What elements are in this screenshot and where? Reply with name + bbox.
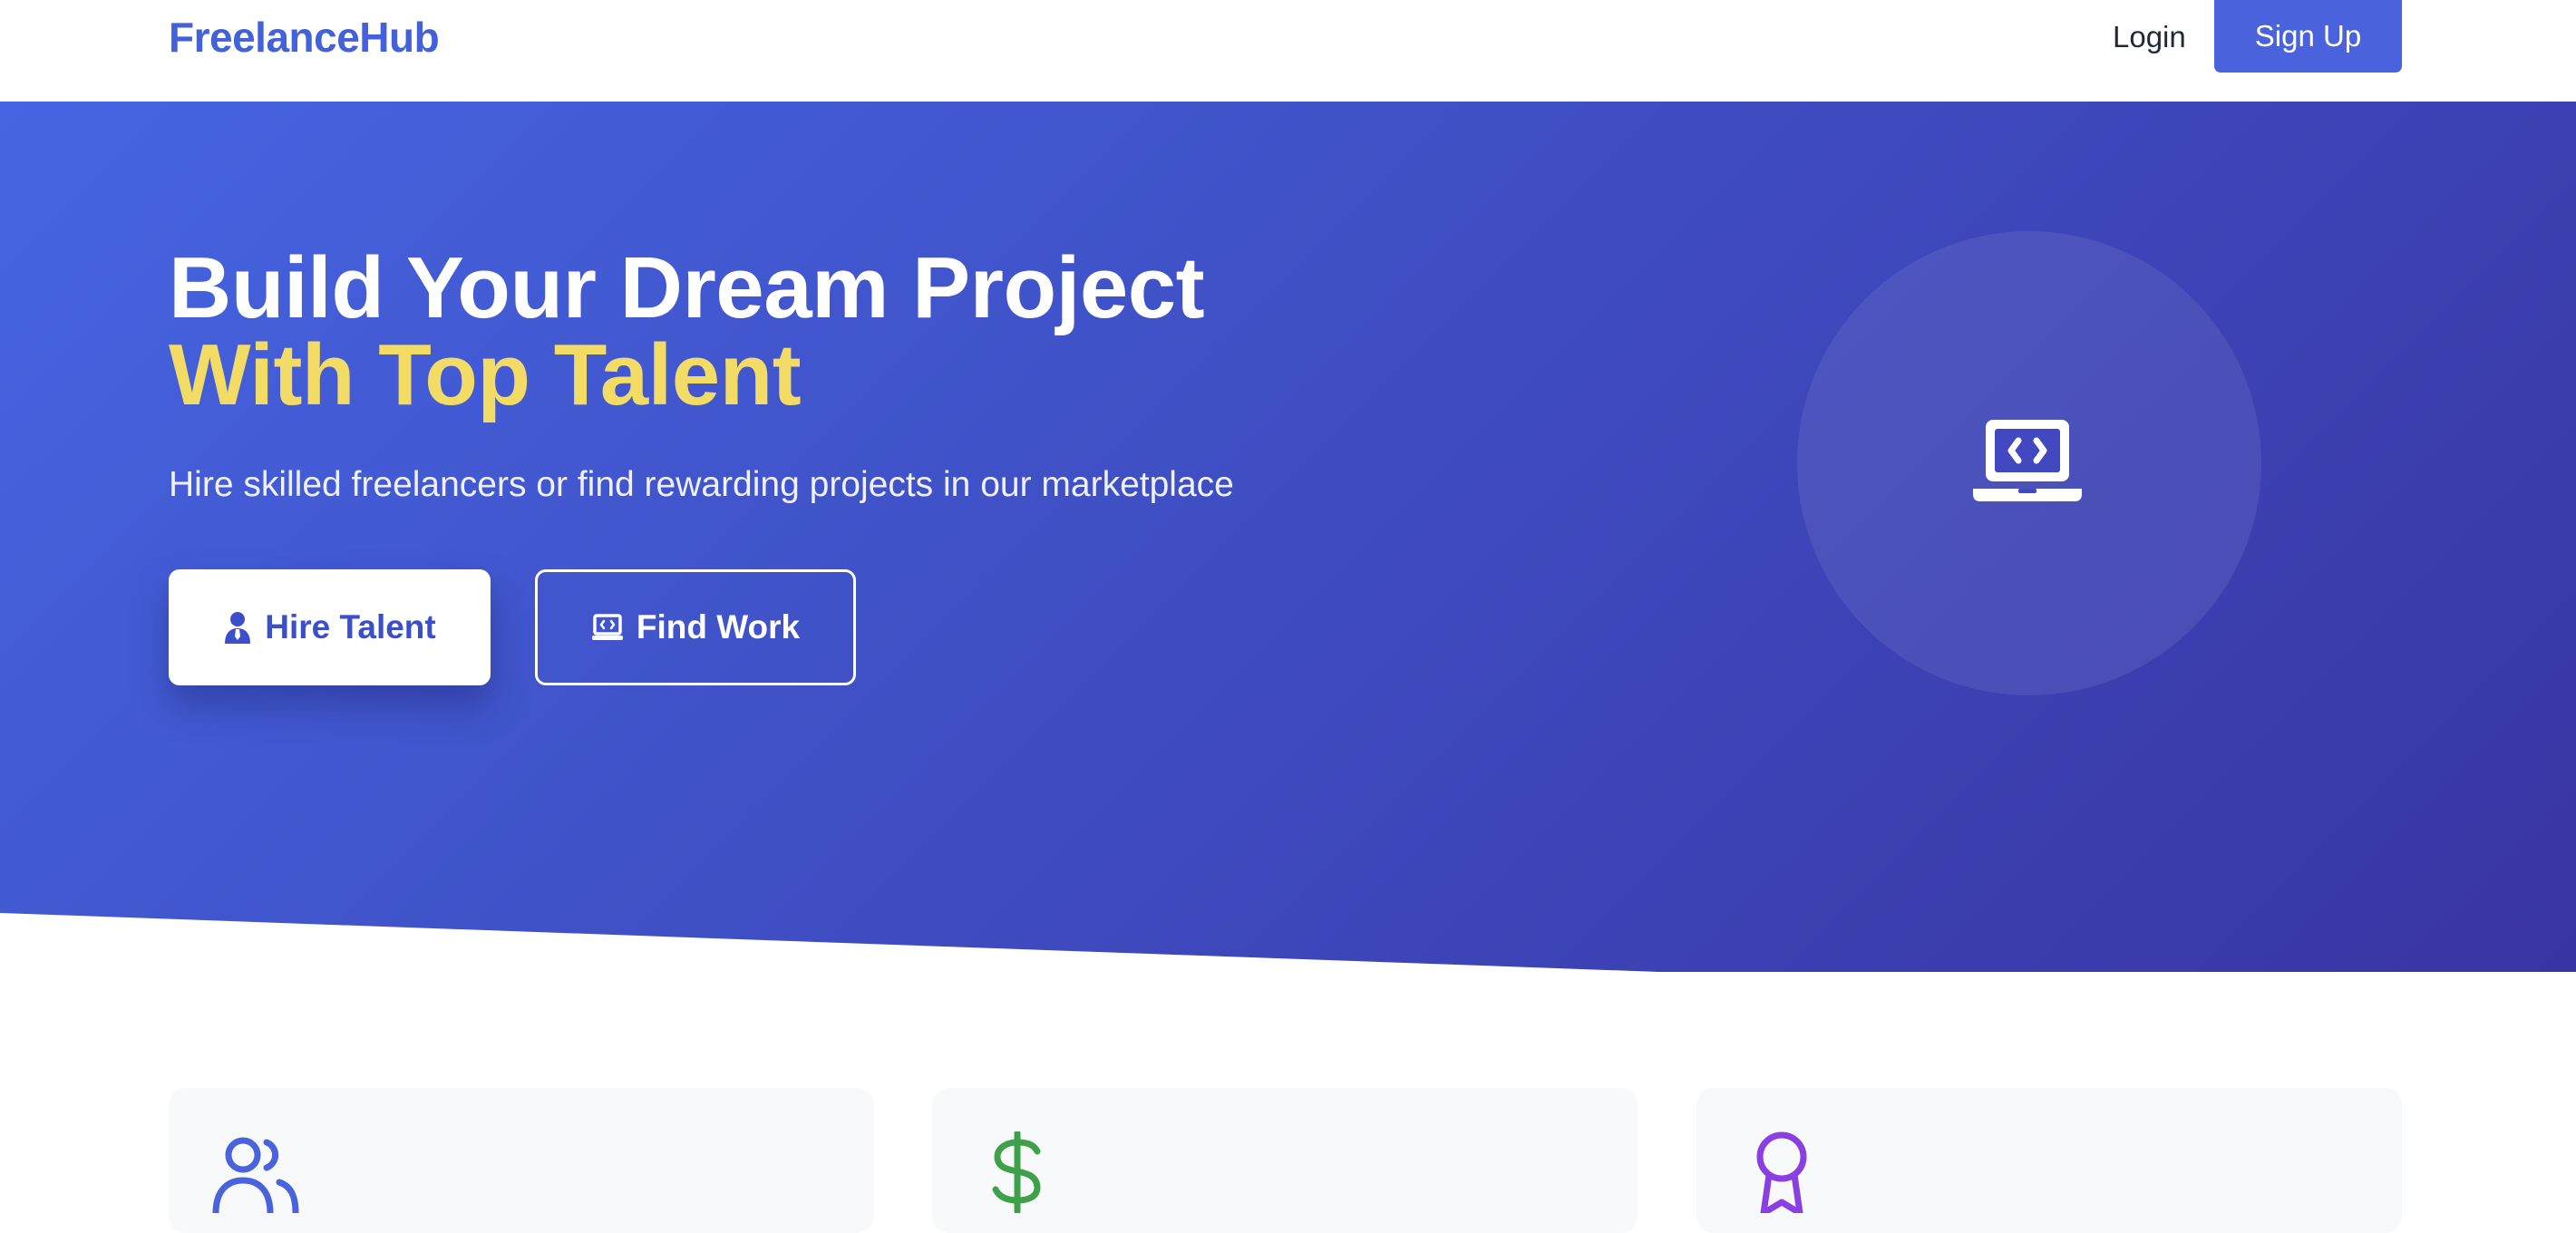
laptop-code-icon	[1973, 416, 2082, 508]
feature-card-quality	[1696, 1088, 2402, 1233]
dollar-icon	[990, 1130, 1045, 1218]
hero-subtitle: Hire skilled freelancers or find rewardi…	[169, 465, 1234, 504]
find-work-button[interactable]: Find Work	[535, 569, 856, 685]
brand-logo[interactable]: FreelanceHub	[169, 13, 440, 62]
user-tie-icon	[223, 611, 252, 644]
hire-talent-label: Hire Talent	[265, 608, 436, 646]
hero-title-line1: Build Your Dream Project	[169, 239, 1205, 336]
award-icon	[1749, 1131, 1814, 1218]
login-link[interactable]: Login	[2113, 20, 2186, 54]
feature-card-talent	[169, 1088, 874, 1233]
laptop-code-icon	[591, 614, 624, 641]
users-icon	[210, 1131, 301, 1218]
hire-talent-button[interactable]: Hire Talent	[169, 569, 491, 685]
find-work-label: Find Work	[636, 608, 801, 646]
signup-button[interactable]: Sign Up	[2214, 0, 2402, 73]
hero-title-line2: With Top Talent	[169, 326, 802, 423]
top-navbar: FreelanceHub Login Sign Up	[0, 0, 2576, 102]
feature-card-payments	[932, 1088, 1638, 1233]
